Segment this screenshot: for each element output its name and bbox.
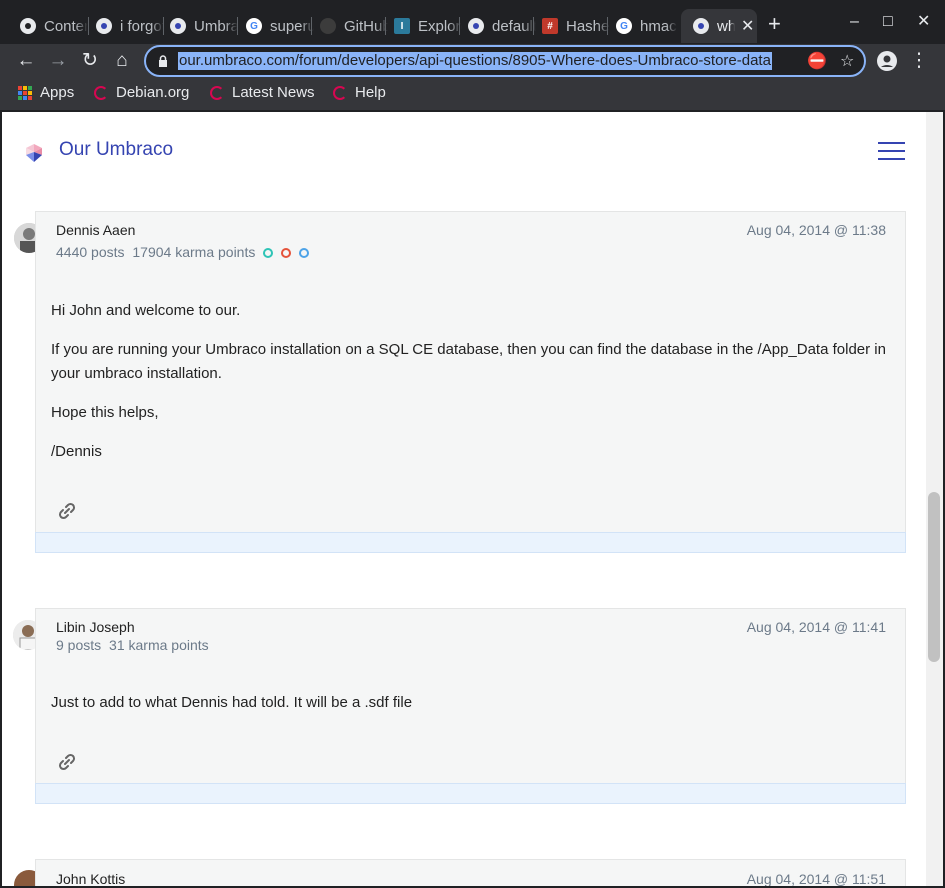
browser-toolbar: ← → ↻ ⌂ our.umbraco.com/forum/developers… [0,44,945,78]
scrollbar-thumb[interactable] [928,492,940,662]
bookmarks-bar: Apps Debian.org Latest News Help [0,78,945,111]
bookmark-apps[interactable]: Apps [18,83,74,103]
tab-title: where [717,17,735,35]
site-brand[interactable]: Our Umbraco [59,139,173,161]
post-paragraph: Hope this helps, [51,404,159,421]
umbraco-icon [693,18,709,34]
chrome-icon [20,18,36,34]
tab-1[interactable]: i forgot [84,9,164,43]
bookmark-help[interactable]: Help [333,83,386,103]
post-author[interactable]: John Kottis [56,871,125,886]
post-meta: 9 posts 31 karma points [56,637,209,653]
bookmark-label: Latest News [232,84,315,101]
permalink-icon[interactable] [56,751,78,773]
tab-strip: Contents i forgot Umbraco G superuser Gi… [0,0,945,44]
tab-0[interactable]: Contents [8,9,88,43]
github-icon [320,18,336,34]
debian-icon [94,86,108,100]
post-date: Aug 04, 2014 @ 11:38 [746,222,886,238]
tab-5[interactable]: I Explore [382,9,462,43]
umbraco-logo-icon[interactable] [22,140,46,164]
page-scrollbar[interactable] [926,112,943,886]
badge-icon [299,248,310,258]
post-count: 9 posts [56,637,102,653]
bookmark-debian[interactable]: Debian.org [94,83,189,103]
tab-6[interactable]: default [456,9,536,43]
tab-title: Umbraco [194,17,238,35]
bookmark-label: Help [355,84,386,101]
web-page: Our Umbraco Dennis Aaen 4440 posts 17904… [2,112,926,886]
post-footer [35,783,906,804]
site-header: Our Umbraco [2,112,926,190]
karma-points: 31 karma points [109,637,209,653]
badge-icon [263,248,274,258]
profile-icon[interactable] [875,49,899,78]
apps-grid-icon [18,86,32,100]
maximize-button[interactable]: □ [883,12,893,32]
hamburger-menu-icon[interactable] [878,142,905,160]
tab-title: Contents [44,17,88,35]
new-tab-button[interactable]: + [768,13,781,35]
bookmark-star-icon[interactable]: ☆ [840,52,854,72]
bookmark-label: Debian.org [116,84,190,101]
google-icon: G [616,18,632,34]
close-window-button[interactable]: ✕ [917,12,930,32]
forum-post: Dennis Aaen 4440 posts 17904 karma point… [35,211,906,533]
menu-kebab-icon[interactable]: ⋮ [907,49,931,73]
forum-post: Libin Joseph 9 posts 31 karma points Aug… [35,608,906,784]
karma-points: 17904 karma points [132,244,256,260]
post-count: 4440 posts [56,244,125,260]
back-icon[interactable]: ← [14,49,38,73]
post-paragraph: If you are running your Umbraco installa… [51,341,886,382]
post-date: Aug 04, 2014 @ 11:41 [746,619,886,635]
reload-icon[interactable]: ↻ [78,49,102,73]
tab-7[interactable]: # Hashes [530,9,610,43]
explore-icon: I [394,18,410,34]
home-icon[interactable]: ⌂ [110,49,134,73]
post-author[interactable]: Libin Joseph [56,619,135,635]
debian-icon [333,86,347,100]
post-paragraph: Just to add to what Dennis had told. It … [51,694,413,711]
post-author[interactable]: Dennis Aaen [56,222,135,238]
bookmark-latest-news[interactable]: Latest News [210,83,315,103]
badge-icon [281,248,292,258]
tab-close-icon[interactable]: ✕ [741,16,754,36]
post-date: Aug 04, 2014 @ 11:51 [746,871,886,886]
permalink-icon[interactable] [56,500,78,522]
forward-icon[interactable]: → [46,49,70,73]
url-text[interactable]: our.umbraco.com/forum/developers/api-que… [178,52,772,70]
post-paragraph: /Dennis [51,443,102,460]
tab-title: hmac [640,17,677,35]
tracking-blocked-icon[interactable]: ⛔ [807,52,827,72]
tab-9-active[interactable]: where ✕ [681,9,757,43]
forum-post: John Kottis Aug 04, 2014 @ 11:51 [35,859,906,886]
post-paragraph: Hi John and welcome to our. [51,302,241,319]
umbraco-icon [170,18,186,34]
tab-4[interactable]: GitHub [308,9,388,43]
bookmark-label: Apps [40,84,75,101]
umbraco-icon [468,18,484,34]
hash-icon: # [542,18,558,34]
tab-8[interactable]: G hmac [604,9,684,43]
tab-3[interactable]: G superuser [234,9,314,43]
post-footer [35,532,906,553]
debian-icon [210,86,224,100]
google-icon: G [246,18,262,34]
umbraco-icon [96,18,112,34]
address-bar[interactable]: our.umbraco.com/forum/developers/api-que… [144,45,866,77]
minimize-button[interactable]: – [850,12,859,32]
post-meta: 4440 posts 17904 karma points [56,244,310,260]
tab-2[interactable]: Umbraco [158,9,238,43]
lock-icon [159,55,167,67]
